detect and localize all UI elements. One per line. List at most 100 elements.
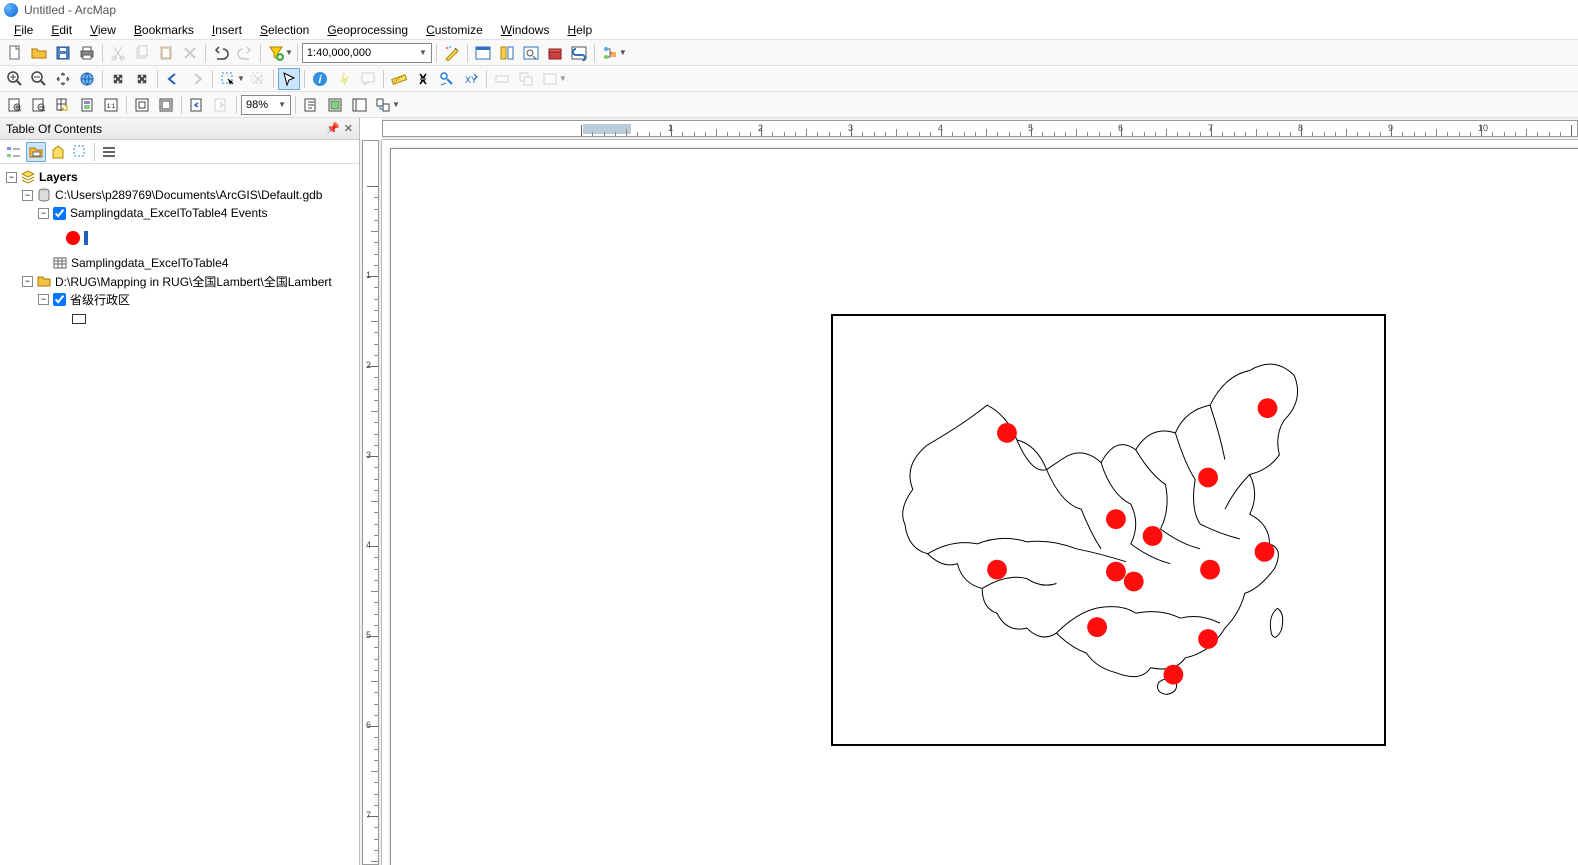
editor-toolbar-button[interactable] <box>441 42 463 64</box>
svg-text:XY: XY <box>465 75 477 85</box>
add-data-button[interactable] <box>265 42 287 64</box>
ruler-label: 1 <box>366 270 371 280</box>
layout-view[interactable]: 12345678910 1234567 <box>360 118 1578 865</box>
menu-help[interactable]: Help <box>559 21 600 39</box>
scale-value: 1:40,000,000 <box>307 47 371 59</box>
layout-zoom-combo[interactable]: 98% ▼ <box>241 95 291 115</box>
create-viewer-button[interactable] <box>515 68 537 90</box>
pan-button[interactable] <box>52 68 74 90</box>
menu-file[interactable]: File <box>6 21 41 39</box>
toggle-draft-button[interactable] <box>300 94 322 116</box>
save-button[interactable] <box>52 42 74 64</box>
layout-back-button[interactable] <box>186 94 208 116</box>
collapse-icon[interactable]: − <box>38 294 49 305</box>
menu-insert[interactable]: Insert <box>204 21 250 39</box>
layout-forward-button[interactable] <box>210 94 232 116</box>
html-popup-button[interactable] <box>357 68 379 90</box>
zoom-out-button[interactable] <box>28 68 50 90</box>
catalog-button[interactable] <box>496 42 518 64</box>
tree-symbol-province[interactable] <box>2 310 357 328</box>
layout-fixed-zoom-in-button[interactable] <box>131 94 153 116</box>
layout-page[interactable] <box>390 148 1578 865</box>
toc-button[interactable] <box>472 42 494 64</box>
collapse-icon[interactable]: − <box>6 172 17 183</box>
menu-bookmarks[interactable]: Bookmarks <box>126 21 202 39</box>
layer-visibility-checkbox[interactable] <box>53 293 66 306</box>
tree-layers-root[interactable]: − Layers <box>2 168 357 186</box>
menu-windows[interactable]: Windows <box>493 21 558 39</box>
table-icon <box>53 256 67 270</box>
list-by-visibility-button[interactable] <box>48 142 68 162</box>
open-button[interactable] <box>28 42 50 64</box>
collapse-icon[interactable]: − <box>22 276 33 287</box>
layout-pan-button[interactable] <box>52 94 74 116</box>
menu-view[interactable]: View <box>82 21 124 39</box>
paste-button[interactable] <box>155 42 177 64</box>
delete-button[interactable] <box>179 42 201 64</box>
select-elements-button[interactable] <box>278 68 300 90</box>
print-button[interactable] <box>76 42 98 64</box>
tree-gdb[interactable]: − C:\Users\p289769\Documents\ArcGIS\Defa… <box>2 186 357 204</box>
copy-button[interactable] <box>131 42 153 64</box>
layout-zoom-in-button[interactable] <box>4 94 26 116</box>
identify-button[interactable]: i <box>309 68 331 90</box>
layout-zoom-out-button[interactable] <box>28 94 50 116</box>
arctoolbox-button[interactable] <box>544 42 566 64</box>
layout-100-button[interactable]: 1:1 <box>100 94 122 116</box>
fixed-zoom-in-button[interactable] <box>107 68 129 90</box>
hyperlink-button[interactable] <box>333 68 355 90</box>
data-frame[interactable] <box>831 314 1386 746</box>
menu-customize[interactable]: Customize <box>418 21 491 39</box>
pin-icon[interactable]: 📌 <box>326 122 340 135</box>
toc-options-button[interactable] <box>99 142 119 162</box>
scale-combo[interactable]: 1:40,000,000 ▼ <box>302 43 432 63</box>
collapse-icon[interactable]: − <box>38 208 49 219</box>
find-button[interactable] <box>412 68 434 90</box>
new-button[interactable] <box>4 42 26 64</box>
list-by-drawing-order-button[interactable] <box>4 142 24 162</box>
goto-xy-button[interactable]: XY <box>460 68 482 90</box>
full-extent-button[interactable] <box>76 68 98 90</box>
titlebar: Untitled - ArcMap <box>0 0 1578 20</box>
cut-button[interactable] <box>107 42 129 64</box>
tree-folder[interactable]: − D:\RUG\Mapping in RUG\全国Lambert\全国Lamb… <box>2 272 357 290</box>
python-button[interactable] <box>568 42 590 64</box>
model-builder-button[interactable] <box>599 42 621 64</box>
measure-button[interactable] <box>388 68 410 90</box>
ruler-label: 6 <box>366 720 371 730</box>
menu-edit[interactable]: Edit <box>43 21 80 39</box>
viewer-button[interactable] <box>539 68 561 90</box>
tree-table[interactable]: Samplingdata_ExcelToTable4 <box>2 254 357 272</box>
change-layout-button[interactable] <box>348 94 370 116</box>
layout-fixed-zoom-out-button[interactable] <box>155 94 177 116</box>
back-button[interactable] <box>162 68 184 90</box>
search-window-button[interactable] <box>520 42 542 64</box>
list-by-source-button[interactable] <box>26 142 46 162</box>
tree-province-layer[interactable]: − 省级行政区 <box>2 290 357 308</box>
menu-selection[interactable]: Selection <box>252 21 317 39</box>
layers-label: Layers <box>39 170 78 184</box>
layer-visibility-checkbox[interactable] <box>53 207 66 220</box>
forward-button[interactable] <box>186 68 208 90</box>
layout-whole-page-button[interactable] <box>76 94 98 116</box>
tree-symbol-events[interactable] <box>2 226 357 250</box>
select-features-button[interactable] <box>217 68 239 90</box>
zoom-in-button[interactable] <box>4 68 26 90</box>
table-name: Samplingdata_ExcelToTable4 <box>71 256 228 270</box>
time-slider-button[interactable] <box>491 68 513 90</box>
collapse-icon[interactable]: − <box>22 190 33 201</box>
fixed-zoom-out-button[interactable] <box>131 68 153 90</box>
focus-dataframe-button[interactable] <box>324 94 346 116</box>
undo-button[interactable] <box>210 42 232 64</box>
layout-zoom-value: 98% <box>246 99 268 111</box>
tree-events-layer[interactable]: − Samplingdata_ExcelToTable4 Events <box>2 204 357 222</box>
find-route-button[interactable] <box>436 68 458 90</box>
menu-geoprocessing[interactable]: Geoprocessing <box>319 21 416 39</box>
close-icon[interactable]: ✕ <box>344 122 353 135</box>
clear-selection-button[interactable] <box>247 68 269 90</box>
list-by-selection-button[interactable] <box>70 142 90 162</box>
ruler-label: 5 <box>366 630 371 640</box>
datadriven-button[interactable] <box>372 94 394 116</box>
redo-button[interactable] <box>234 42 256 64</box>
toc-tree: − Layers − C:\Users\p289769\Documents\Ar… <box>0 164 359 865</box>
